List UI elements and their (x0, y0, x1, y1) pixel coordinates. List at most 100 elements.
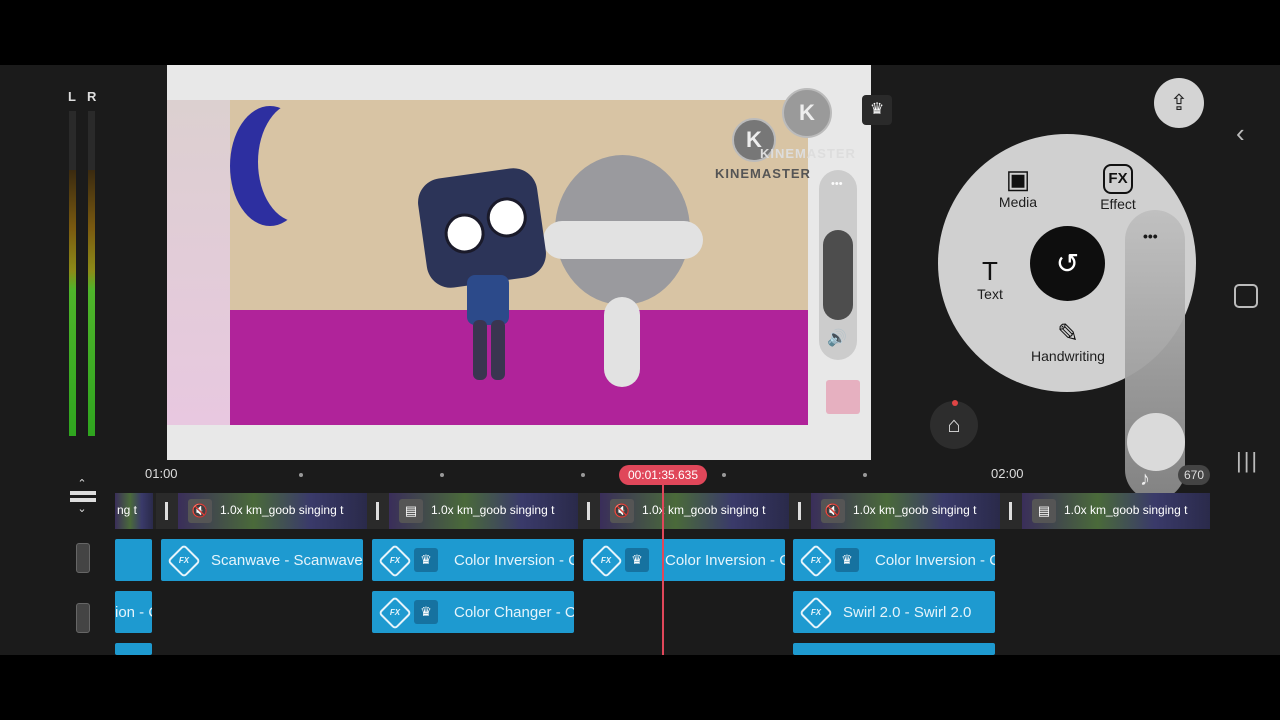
ruler-tick (581, 473, 585, 477)
effect-layer[interactable]: FX Swirl 2.0 - Swirl 2.0 (793, 591, 995, 633)
transition-marker[interactable] (1000, 493, 1022, 529)
undo-circle-icon[interactable]: ↺ (1030, 226, 1105, 301)
crown-icon: ♛ (414, 548, 438, 572)
preview-side-strip (167, 100, 230, 425)
pen-icon: ✎ (1057, 318, 1079, 348)
effect-layer[interactable] (115, 539, 152, 581)
crown-icon: ♛ (625, 548, 649, 572)
ruler-tick (440, 473, 444, 477)
share-lock-icon[interactable]: ⇪ (1154, 78, 1204, 128)
bar (70, 491, 96, 495)
back-nav-icon[interactable]: ‹ (1236, 118, 1245, 149)
more-dots-icon: ••• (831, 178, 843, 190)
effect-button[interactable]: FX Effect (1093, 164, 1143, 212)
video-clip[interactable]: 🔇 1.0x km_goob singing t (811, 493, 1000, 529)
text-icon: T (982, 256, 998, 286)
right-level-meter (88, 111, 95, 436)
muted-speaker-icon: 🔇 (610, 499, 634, 523)
fx-layer-icon: FX (167, 544, 201, 578)
effect-layer[interactable]: FX ♛ Color Inversion - C (583, 539, 785, 581)
store-icon[interactable]: ⌂ (930, 401, 978, 449)
character-body (467, 275, 509, 325)
playhead[interactable] (662, 481, 664, 655)
film-icon: ▤ (1032, 499, 1056, 523)
effect-label: Scanwave - Scanwave (211, 552, 363, 569)
handwriting-button[interactable]: ✎ Handwriting (1026, 318, 1110, 364)
ruler-tick (299, 473, 303, 477)
video-clip[interactable]: ▤ 1.0x km_goob singing t (389, 493, 578, 529)
transition-marker[interactable] (578, 493, 600, 529)
clip-label: 1.0x km_goob singing t (431, 503, 555, 517)
kinemaster-editor: L R K KINEMASTER K KINEMASTER ♛ ••• 🔊 ⇪ (0, 65, 1280, 655)
effect-label: Color Inversion - C (454, 552, 574, 569)
left-level-fill (69, 169, 76, 436)
home-nav-icon[interactable] (1234, 284, 1258, 308)
text-label: Text (977, 286, 1003, 302)
clip-label: 1.0x km_goob singing t (642, 503, 766, 517)
video-clip[interactable]: ng t (115, 493, 153, 529)
right-level-fill (88, 169, 95, 436)
notification-dot (952, 400, 958, 406)
clip-label: 1.0x km_goob singing t (1064, 503, 1188, 517)
fx-layer-icon: FX (378, 544, 412, 578)
ruler-tick (722, 473, 726, 477)
effect-label: Color Inversion - C (875, 552, 995, 569)
crown-icon: ♛ (414, 600, 438, 624)
muted-speaker-icon: 🔇 (188, 499, 212, 523)
effect-layer[interactable]: FX ♛ Color Changer - C (372, 591, 574, 633)
text-button[interactable]: T Text (966, 256, 1014, 302)
chevron-down-icon: ⌄ (77, 503, 87, 515)
effect-layer[interactable] (115, 643, 152, 655)
fx-layer-icon: FX (799, 596, 833, 630)
clip-label: ng t (117, 503, 138, 517)
fx-layer-icon: FX (589, 544, 623, 578)
video-preview[interactable]: K KINEMASTER (167, 65, 871, 460)
transition-marker[interactable] (789, 493, 811, 529)
character-leg (473, 320, 487, 380)
handwriting-label: Handwriting (1031, 348, 1105, 364)
ruler-tick (863, 473, 867, 477)
image-icon: ▣ (1005, 164, 1031, 194)
crown-icon: ♛ (835, 548, 859, 572)
more-dots-icon: ••• (1143, 228, 1158, 244)
preview-volume-slider[interactable]: ••• 🔊 (819, 170, 857, 360)
fx-layer-icon: FX (799, 544, 833, 578)
media-label: Media (998, 194, 1038, 210)
ruler-end-label: 02:00 (991, 466, 1024, 481)
transition-marker[interactable] (156, 493, 178, 529)
recent-apps-icon[interactable]: ||| (1236, 448, 1259, 474)
fx-layer-icon: FX (378, 596, 412, 630)
character-eye-left (442, 210, 488, 257)
ruler-start-label: 01:00 (145, 466, 178, 481)
effect-layer[interactable]: FX ♛ Color Inversion - C (793, 539, 995, 581)
transition-marker[interactable] (367, 493, 389, 529)
microphone-stick (604, 297, 640, 387)
video-clip[interactable]: 🔇 1.0x km_goob singing t (178, 493, 367, 529)
speaker-icon: 🔊 (827, 330, 847, 347)
chevron-up-icon: ⌃ (77, 478, 87, 490)
layer-trim-handle[interactable] (76, 543, 90, 573)
effect-layer[interactable]: ion - C (115, 591, 152, 633)
left-level-meter (69, 111, 76, 436)
character-eye-right (484, 194, 530, 241)
end-time: 670 (1178, 465, 1210, 485)
video-clip[interactable]: 🔇 1.0x km_goob singing t (600, 493, 789, 529)
muted-speaker-icon: 🔇 (821, 499, 845, 523)
film-icon: ▤ (399, 499, 423, 523)
overlay-watermark-text: KINEMASTER (760, 146, 856, 161)
effect-label: Swirl 2.0 - Swirl 2.0 (843, 604, 972, 621)
moon-cut (258, 102, 338, 222)
layer-trim-handle[interactable] (76, 603, 90, 633)
effect-layer[interactable]: FX ♛ Color Inversion - C (372, 539, 574, 581)
effect-layer[interactable] (793, 643, 995, 655)
clip-label: 1.0x km_goob singing t (853, 503, 977, 517)
effect-layer[interactable]: FX Scanwave - Scanwave (161, 539, 363, 581)
character-head (414, 165, 550, 291)
crown-icon[interactable]: ♛ (862, 95, 892, 125)
effect-label: Color Inversion - C (665, 552, 785, 569)
fx-icon: FX (1103, 164, 1133, 194)
track-expand-icon[interactable]: ⌃ ⌄ (70, 478, 96, 520)
layer-thumbnail[interactable] (826, 380, 860, 414)
media-button[interactable]: ▣ Media (993, 164, 1043, 210)
video-clip[interactable]: ▤ 1.0x km_goob singing t (1022, 493, 1210, 529)
